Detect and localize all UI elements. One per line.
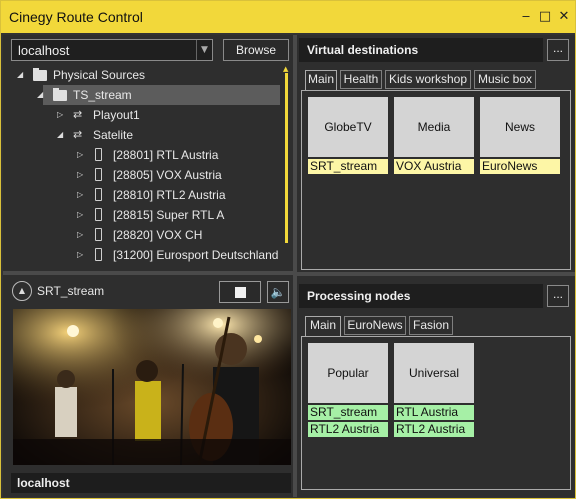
virtual-destinations-header: Virtual destinations (299, 38, 543, 62)
tab-kids-workshop[interactable]: Kids workshop (385, 70, 471, 89)
node-card[interactable]: News EuroNews (480, 97, 560, 174)
sources-pane: localhost ▼ Browse ◢ Physical Sources ◢ TS_… (3, 35, 293, 497)
tree-item-label: [28805] VOX Austria (113, 168, 222, 182)
source-tree: ◢ Physical Sources ◢ TS_stream ▷ ⇄ Playout1 ◢ ⇄ S… (3, 65, 293, 301)
folder-icon (33, 68, 47, 81)
stop-button[interactable] (219, 281, 261, 303)
node-card[interactable]: GlobeTV SRT_stream (308, 97, 388, 174)
title-bar[interactable]: Cinegy Route Control ‒ □ ✕ (1, 1, 575, 33)
channel-device-icon (95, 148, 102, 161)
tree-item-label: [28815] Super RTL A (113, 208, 225, 222)
tree-item-label: TS_stream (73, 88, 132, 102)
node-card[interactable]: Media VOX Austria (394, 97, 474, 174)
server-combo[interactable]: localhost ▼ (11, 39, 213, 61)
expand-icon[interactable]: ▷ (77, 145, 87, 165)
minimize-icon[interactable]: ‒ (518, 9, 534, 25)
preview-source-name: SRT_stream (37, 284, 105, 298)
assigned-source-tag[interactable]: SRT_stream (308, 405, 388, 420)
node-card-title[interactable]: Media (394, 97, 474, 157)
assigned-source-tag[interactable]: RTL Austria (394, 405, 474, 420)
tree-item-label: Playout1 (93, 108, 140, 122)
assigned-source-tag[interactable]: RTL2 Austria (308, 422, 388, 437)
collapse-icon[interactable]: ◢ (37, 85, 47, 105)
preview-toolbar: ▲ SRT_stream 🔈 (3, 277, 293, 305)
tree-item[interactable]: ▷ [31200] Eurosport Deutschland (3, 245, 283, 265)
tree-item-label: [31200] Eurosport Deutschland (113, 248, 279, 262)
tab-music-box[interactable]: Music box (474, 70, 536, 89)
tree-item-label: [28801] RTL Austria (113, 148, 219, 162)
horizontal-splitter[interactable] (3, 271, 293, 275)
tree-item[interactable]: ▷ [28820] VOX CH (3, 225, 283, 245)
tree-item-label: [28810] RTL2 Austria (113, 188, 226, 202)
tree-item-label: Physical Sources (53, 68, 146, 82)
node-card-title[interactable]: GlobeTV (308, 97, 388, 157)
collapse-icon[interactable]: ◢ (17, 65, 27, 85)
route-arrows-icon: ⇄ (73, 128, 83, 141)
maximize-icon[interactable]: □ (537, 9, 553, 25)
assigned-source-tag[interactable]: SRT_stream (308, 159, 388, 174)
node-card-title[interactable]: News (480, 97, 560, 157)
channel-device-icon (95, 248, 102, 261)
expand-icon[interactable]: ▷ (77, 165, 87, 185)
window-title: Cinegy Route Control (9, 9, 143, 25)
node-card[interactable]: Universal RTL Austria RTL2 Austria (394, 343, 474, 437)
processing-nodes-more-button[interactable]: ... (547, 285, 569, 307)
tree-item[interactable]: ◢ ⇄ Satelite (3, 125, 283, 145)
close-icon[interactable]: ✕ (556, 9, 572, 25)
channel-device-icon (95, 168, 102, 181)
tree-item[interactable]: ▷ [28805] VOX Austria (3, 165, 283, 185)
channel-device-icon (95, 208, 102, 221)
virtual-destinations-more-button[interactable]: ... (547, 39, 569, 61)
tab-main[interactable]: Main (305, 70, 337, 91)
channel-device-icon (95, 188, 102, 201)
folder-icon (53, 88, 67, 101)
tree-item[interactable]: ▷ [28815] Super RTL A (3, 205, 283, 225)
expand-icon[interactable]: ▷ (77, 185, 87, 205)
tree-item[interactable]: ◢ TS_stream (37, 85, 280, 105)
tree-scroll-thumb[interactable] (285, 73, 288, 243)
expand-icon[interactable]: ▷ (77, 205, 87, 225)
tab-euronews[interactable]: EuroNews (344, 316, 406, 335)
right-splitter[interactable] (297, 272, 575, 276)
assigned-source-tag[interactable]: EuroNews (480, 159, 560, 174)
node-card-title[interactable]: Universal (394, 343, 474, 403)
destinations-pane: Virtual destinations ... Main Health Kids … (297, 35, 575, 497)
node-card-title[interactable]: Popular (308, 343, 388, 403)
stop-icon (235, 287, 246, 298)
collapse-icon[interactable]: ◢ (57, 125, 67, 145)
tab-health[interactable]: Health (340, 70, 382, 89)
tab-main[interactable]: Main (305, 316, 341, 337)
collapse-preview-icon[interactable]: ▲ (12, 281, 32, 301)
tree-item[interactable]: ◢ Physical Sources (3, 65, 283, 85)
expand-icon[interactable]: ▷ (77, 245, 87, 265)
tree-item[interactable]: ▷ ⇄ Playout1 (3, 105, 283, 125)
tree-item[interactable]: ▷ [28810] RTL2 Austria (3, 185, 283, 205)
app-window: Cinegy Route Control ‒ □ ✕ localhost ▼ B… (0, 0, 576, 499)
tree-item-label: [28820] VOX CH (113, 228, 203, 242)
video-preview (13, 309, 291, 465)
expand-icon[interactable]: ▷ (57, 105, 67, 125)
mute-icon[interactable]: 🔈 (267, 281, 289, 303)
server-combo-value: localhost (18, 43, 70, 58)
assigned-source-tag[interactable]: RTL2 Austria (394, 422, 474, 437)
node-card[interactable]: Popular SRT_stream RTL2 Austria (308, 343, 388, 437)
assigned-source-tag[interactable]: VOX Austria (394, 159, 474, 174)
processing-nodes-header: Processing nodes (299, 284, 543, 308)
expand-icon[interactable]: ▷ (77, 225, 87, 245)
processing-nodes-tab-content: Popular SRT_stream RTL2 Austria Universal RT… (301, 336, 571, 490)
channel-device-icon (95, 228, 102, 241)
tree-item[interactable]: ▷ [28801] RTL Austria (3, 145, 283, 165)
browse-button[interactable]: Browse (223, 39, 289, 61)
concert-video-frame (13, 309, 291, 465)
tree-item-label: Satelite (93, 128, 134, 142)
preview-host: localhost (11, 473, 291, 493)
route-arrows-icon: ⇄ (73, 108, 83, 121)
tab-fasion[interactable]: Fasion (409, 316, 453, 335)
virtual-destinations-tab-content: GlobeTV SRT_stream Media VOX Austria News Eur… (301, 90, 571, 270)
scroll-up-icon[interactable]: ▲ (283, 65, 288, 73)
chevron-down-icon[interactable]: ▼ (196, 40, 212, 60)
